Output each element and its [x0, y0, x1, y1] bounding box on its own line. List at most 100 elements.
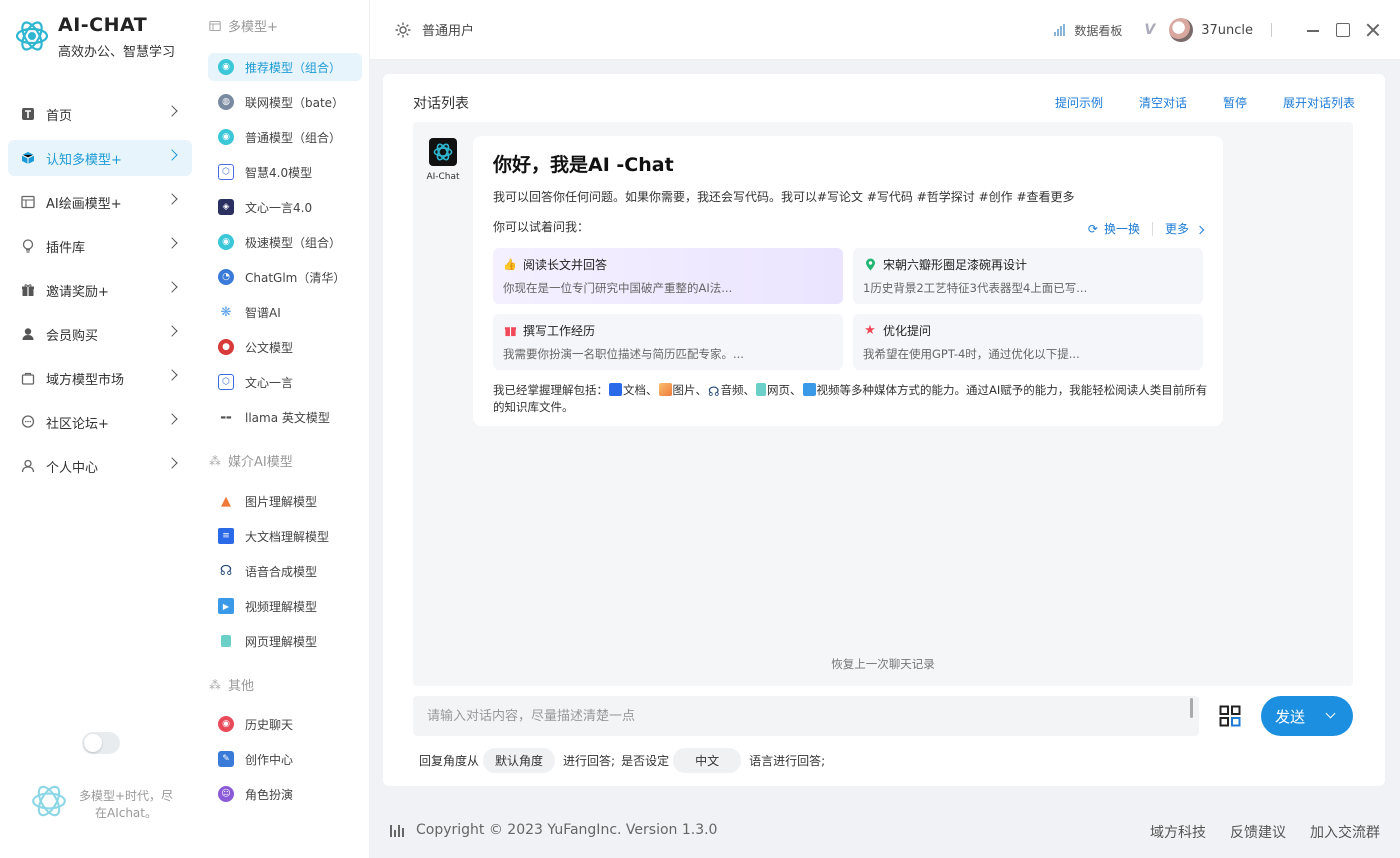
nav-item-forum[interactable]: 社区论坛+ [8, 404, 192, 440]
nav-item-market[interactable]: 域方模型市场 [8, 360, 192, 396]
nav-item-paint[interactable]: AI绘画模型+ [8, 184, 192, 220]
clear-chat-link[interactable]: 清空对话 [1139, 94, 1187, 111]
suggestion-card[interactable]: 撰写工作经历 我需要你扮演一名职位描述与简历匹配专家。... [493, 314, 843, 370]
nav-label: 首页 [46, 108, 73, 124]
left-nav: AI-CHAT 高效办公、智慧学习 首页 认知多模型+ AI绘画模型+ 插件库 … [0, 0, 200, 858]
nav-item-personal[interactable]: 个人中心 [8, 448, 192, 484]
model-item-roleplay[interactable]: ☺ 角色扮演 [208, 780, 362, 808]
answer-options: 回复角度从 默认角度 进行回答; 是否设定 中文 语言进行回答; [419, 748, 825, 773]
suggestion-title-text: 优化提问 [883, 324, 932, 338]
input-scrollbar[interactable] [1190, 698, 1193, 718]
refresh-button[interactable]: ⟳ 换一换 [1088, 220, 1140, 237]
model-item-wisdom4[interactable]: ⬡ 智慧4.0模型 [208, 158, 362, 186]
model-item-recommended[interactable]: ◉ 推荐模型（组合） [208, 53, 362, 81]
model-label: 智慧4.0模型 [245, 165, 313, 180]
restore-history-link[interactable]: 恢复上一次聊天记录 [413, 656, 1353, 672]
pause-link[interactable]: 暂停 [1223, 94, 1247, 111]
refresh-icon: ⟳ [1087, 222, 1098, 236]
model-label: llama 英文模型 [245, 410, 330, 425]
hexagon-icon: ⬡ [218, 164, 234, 180]
model-item-bigdoc[interactable]: ≡ 大文档理解模型 [208, 522, 362, 550]
video-icon [802, 383, 816, 396]
suggestion-desc: 我需要你扮演一名职位描述与简历匹配专家。... [503, 347, 744, 361]
dashboard-label: 数据看板 [1074, 23, 1123, 38]
llama-icon: ▬▬ [220, 413, 232, 421]
model-label: 网页理解模型 [245, 634, 318, 649]
model-item-image[interactable]: ▲ 图片理解模型 [208, 487, 362, 515]
section-label: 其他 [228, 679, 255, 694]
nav-item-cognitive[interactable]: 认知多模型+ [8, 140, 192, 176]
user-outline-icon [20, 458, 36, 474]
minimize-button[interactable] [1306, 23, 1320, 37]
welcome-card: 你好，我是AI -Chat 我可以回答你任何问题。如果你需要，我还会写代码。我可… [473, 136, 1223, 426]
text-t-icon [20, 106, 36, 122]
swirl-icon: ◉ [218, 234, 234, 250]
chat-actions: 提问示例 清空对话 暂停 展开对话列表 [1019, 94, 1355, 111]
language-select[interactable]: 中文 [673, 748, 742, 773]
join-group-link[interactable]: 加入交流群 [1310, 822, 1380, 842]
header-actions: 数据看板 V 37uncle [1054, 18, 1380, 42]
wenxin-icon: ◈ [218, 199, 234, 215]
example-questions-link[interactable]: 提问示例 [1055, 94, 1103, 111]
model-item-wenxin4[interactable]: ◈ 文心一言4.0 [208, 193, 362, 221]
model-label: 普通模型（组合） [245, 130, 342, 145]
nav-label: 域方模型市场 [46, 372, 125, 388]
capabilities-text: 我已经掌握理解包括： 文档、 图片、☊音频、 网页、 视频等多种媒体方式的能力。通过AI… [493, 382, 1208, 416]
close-button[interactable] [1366, 23, 1380, 37]
nav-item-home[interactable]: 首页 [8, 96, 192, 132]
send-button[interactable]: 发送 [1261, 696, 1353, 736]
model-item-llama[interactable]: ▬▬ llama 英文模型 [208, 403, 362, 431]
vip-icon[interactable]: V [1144, 22, 1155, 38]
dashboard-link[interactable]: 数据看板 [1054, 22, 1122, 39]
model-item-video[interactable]: ▶ 视频理解模型 [208, 592, 362, 620]
theme-toggle[interactable] [82, 732, 120, 754]
model-label: 创作中心 [245, 752, 294, 767]
webpage-icon [756, 383, 767, 396]
model-item-online[interactable]: ◍ 联网模型（bate） [208, 88, 362, 116]
nav-item-member[interactable]: 会员购买 [8, 316, 192, 352]
nav-label: 认知多模型+ [46, 152, 122, 168]
chevron-right-icon [166, 237, 178, 249]
gear-icon [395, 22, 411, 37]
user-type[interactable]: 普通用户 [394, 20, 474, 39]
model-item-chatglm[interactable]: ◔ ChatGlm（清华） [208, 263, 362, 291]
model-label: 文心一言4.0 [245, 200, 313, 215]
model-item-history[interactable]: ◉ 历史聊天 [208, 710, 362, 738]
avatar[interactable] [1169, 18, 1194, 42]
model-item-normal[interactable]: ◉ 普通模型（组合） [208, 123, 362, 151]
edit-icon: ✎ [218, 751, 234, 767]
expand-chat-list-link[interactable]: 展开对话列表 [1283, 94, 1355, 111]
model-item-zhipu[interactable]: ❋ 智谱AI [208, 298, 362, 326]
model-item-fast[interactable]: ◉ 极速模型（组合） [208, 228, 362, 256]
model-label: 极速模型（组合） [245, 235, 342, 250]
maximize-button[interactable] [1336, 23, 1350, 37]
model-item-document[interactable]: ● 公文模型 [208, 333, 362, 361]
model-label: 角色扮演 [245, 787, 294, 802]
suggestion-card[interactable]: ★ 优化提问 我希望在使用GPT-4时，通过优化以下提... [853, 314, 1203, 370]
nav-item-invite[interactable]: 邀请奖励+ [8, 272, 192, 308]
model-item-create[interactable]: ✎ 创作中心 [208, 745, 362, 773]
app-logo-icon [32, 785, 66, 817]
footer-links: 域方科技 反馈建议 加入交流群 [1126, 822, 1380, 842]
headphones-icon: ☊ [708, 385, 720, 400]
caps-web: 网页、 [767, 383, 802, 397]
gift-icon [503, 324, 517, 338]
suggestion-card[interactable]: 宋朝六瓣形圈足漆碗再设计 1历史背景2工艺特征3代表器型4上面已写... [853, 248, 1203, 304]
chat-input[interactable] [413, 696, 1199, 736]
caps-audio: 音频、 [720, 383, 756, 397]
model-item-speech[interactable]: ☊ 语音合成模型 [208, 557, 362, 585]
user-icon [20, 326, 36, 342]
more-button[interactable]: 更多 [1165, 220, 1205, 237]
feedback-link[interactable]: 反馈建议 [1230, 822, 1286, 842]
chevron-down-icon[interactable] [1325, 708, 1336, 719]
suggestion-card[interactable]: 👍 阅读长文并回答 你现在是一位专门研究中国破产重整的AI法... [493, 248, 843, 304]
angle-select[interactable]: 默认角度 [483, 748, 556, 773]
username[interactable]: 37uncle [1201, 23, 1253, 38]
app-subtitle: 高效办公、智慧学习 [58, 45, 176, 60]
model-item-wenxin[interactable]: ⬡ 文心一言 [208, 368, 362, 396]
model-item-web[interactable]: 网页理解模型 [208, 627, 362, 655]
image-icon: ▲ [221, 493, 231, 509]
qr-code-icon[interactable] [1219, 705, 1241, 727]
company-link[interactable]: 域方科技 [1150, 822, 1206, 842]
nav-item-plugins[interactable]: 插件库 [8, 228, 192, 264]
